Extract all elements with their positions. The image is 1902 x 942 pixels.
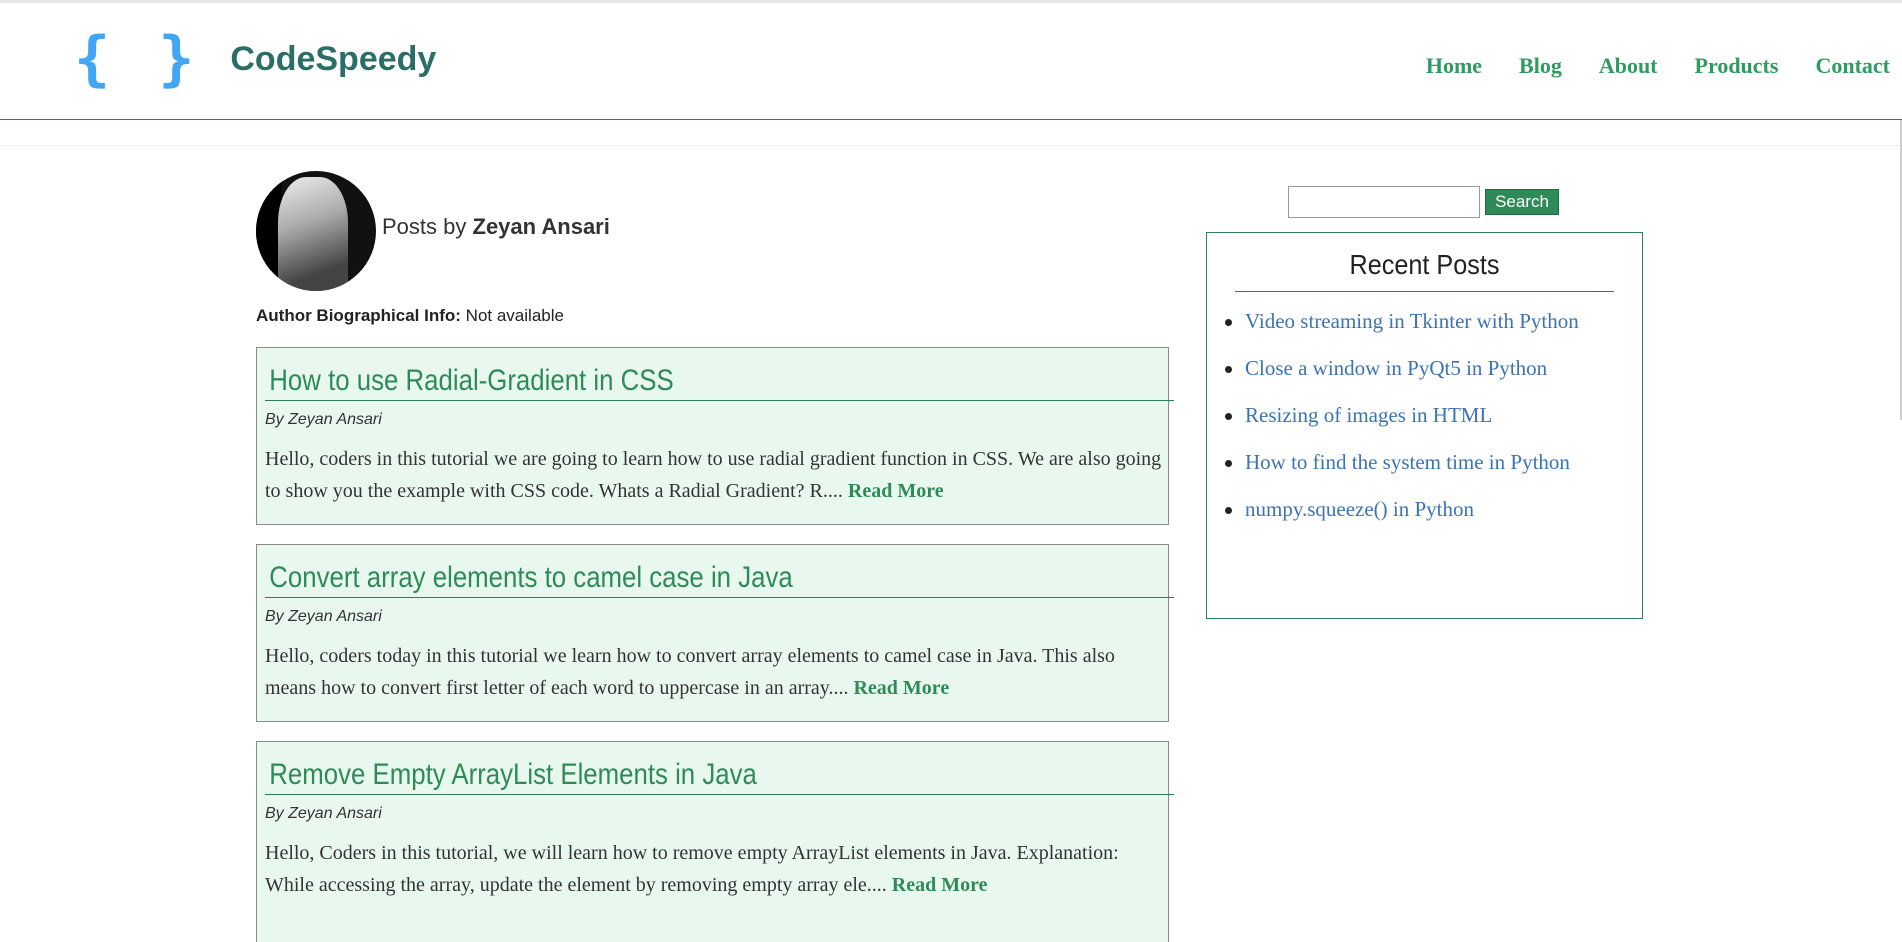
site-name[interactable]: CodeSpeedy [230,40,436,79]
post-byline: By Zeyan Ansari [265,608,382,625]
author-bio: Author Biographical Info: Not available [256,306,564,326]
recent-post-link[interactable]: Resizing of images in HTML [1225,398,1622,433]
search-input[interactable] [1288,186,1480,218]
recent-post-link[interactable]: How to find the system time in Python [1225,445,1622,480]
recent-posts-list: Video streaming in Tkinter with Python C… [1225,304,1642,527]
posts-by-heading: Posts by Zeyan Ansari [382,214,610,240]
recent-post-link[interactable]: Close a window in PyQt5 in Python [1225,351,1622,386]
nav-contact[interactable]: Contact [1815,53,1890,79]
post-byline: By Zeyan Ansari [265,411,382,428]
bio-label: Author Biographical Info: [256,306,461,325]
read-more-link[interactable]: Read More [848,480,944,502]
avatar-portrait [278,177,348,291]
posts-by-prefix: Posts by [382,214,467,239]
bio-value: Not available [465,306,564,325]
search-button[interactable]: Search [1485,189,1559,215]
recent-posts-title: Recent Posts [1235,239,1614,292]
nav-products[interactable]: Products [1695,53,1779,79]
read-more-link[interactable]: Read More [853,677,949,699]
post-card: How to use Radial-Gradient in CSS By Zey… [256,347,1174,525]
post-title[interactable]: How to use Radial-Gradient in CSS [265,362,1174,401]
post-excerpt-text: Hello, coders in this tutorial we are go… [265,448,1162,502]
post-excerpt-text: Hello, coders today in this tutorial we … [265,645,1115,699]
author-header: Posts by Zeyan Ansari [256,171,610,291]
post-excerpt: Hello, Coders in this tutorial, we will … [265,837,1168,901]
braces-logo-icon: { } [74,24,201,94]
site-header: { } CodeSpeedy Home Blog About Products … [0,0,1902,120]
recent-post-link[interactable]: Video streaming in Tkinter with Python [1225,304,1622,339]
site-logo[interactable]: { } CodeSpeedy [74,29,436,89]
avatar [256,171,376,291]
post-excerpt: Hello, coders in this tutorial we are go… [265,443,1168,507]
post-title[interactable]: Remove Empty ArrayList Elements in Java [265,756,1174,795]
nav-blog[interactable]: Blog [1519,53,1562,79]
main-nav: Home Blog About Products Contact [1426,53,1890,79]
post-title[interactable]: Convert array elements to camel case in … [265,559,1174,598]
header-divider [0,145,1902,146]
author-name: Zeyan Ansari [472,214,610,239]
post-card: Convert array elements to camel case in … [256,544,1174,722]
recent-posts-widget: Recent Posts Video streaming in Tkinter … [1206,232,1643,619]
nav-home[interactable]: Home [1426,53,1482,79]
post-card: Remove Empty ArrayList Elements in Java … [256,741,1174,942]
post-excerpt: Hello, coders today in this tutorial we … [265,640,1168,704]
read-more-link[interactable]: Read More [892,874,988,896]
post-byline: By Zeyan Ansari [265,805,382,822]
post-excerpt-text: Hello, Coders in this tutorial, we will … [265,842,1119,896]
recent-post-link[interactable]: numpy.squeeze() in Python [1225,492,1622,527]
nav-about[interactable]: About [1599,53,1658,79]
